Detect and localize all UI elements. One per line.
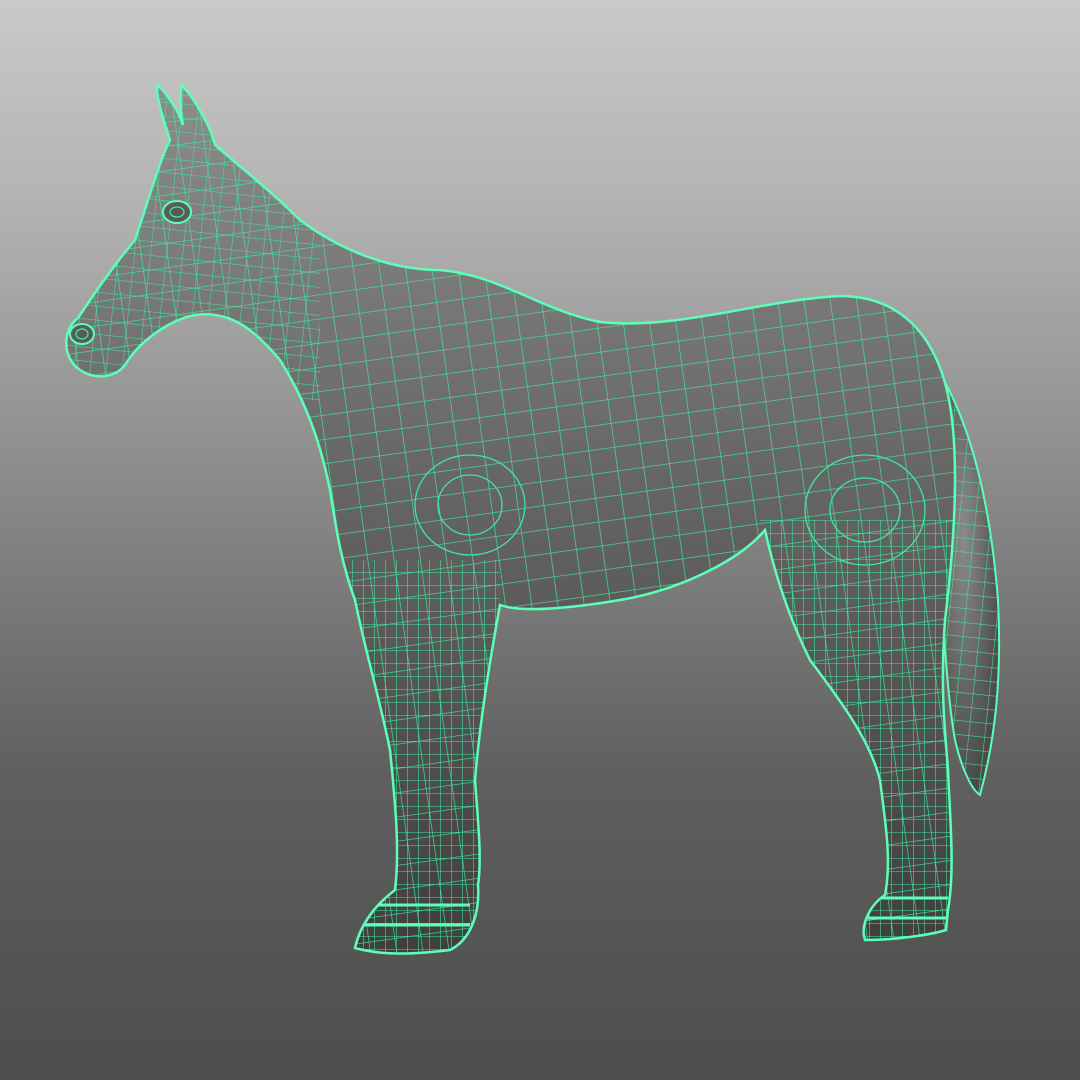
nostril [69,323,95,345]
eye [162,200,192,224]
horse-wireframe-model[interactable] [0,0,1080,1080]
horse-body [64,83,957,955]
3d-viewport[interactable] [0,0,1080,1080]
